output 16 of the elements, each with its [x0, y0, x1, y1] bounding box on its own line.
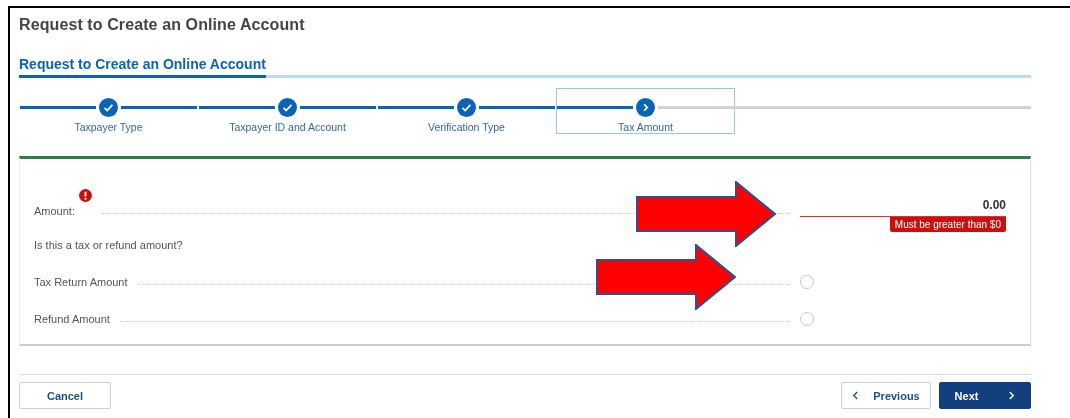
chevron-left-icon: [852, 391, 860, 400]
cancel-button[interactable]: Cancel: [19, 382, 111, 409]
next-button[interactable]: Next: [939, 382, 1031, 409]
section-title: Request to Create an Online Account: [19, 56, 266, 78]
option-label: Refund Amount: [34, 313, 110, 325]
page-title: Request to Create an Online Account: [19, 16, 306, 34]
field-label: Amount:: [34, 205, 75, 217]
progress-step[interactable]: Verification Type: [377, 88, 556, 134]
question-text: Is this a tax or refund amount?: [34, 239, 183, 251]
progress-step[interactable]: Taxpayer ID and Account: [198, 88, 377, 134]
chevron-right-icon: [1008, 391, 1016, 400]
progress-step[interactable]: Tax Amount: [556, 88, 735, 134]
progress-step[interactable]: Taxpayer Type: [19, 88, 198, 134]
error-message: Must be greater than $0: [889, 217, 1006, 232]
previous-button[interactable]: Previous: [841, 382, 931, 409]
option-label: Tax Return Amount: [34, 276, 128, 288]
